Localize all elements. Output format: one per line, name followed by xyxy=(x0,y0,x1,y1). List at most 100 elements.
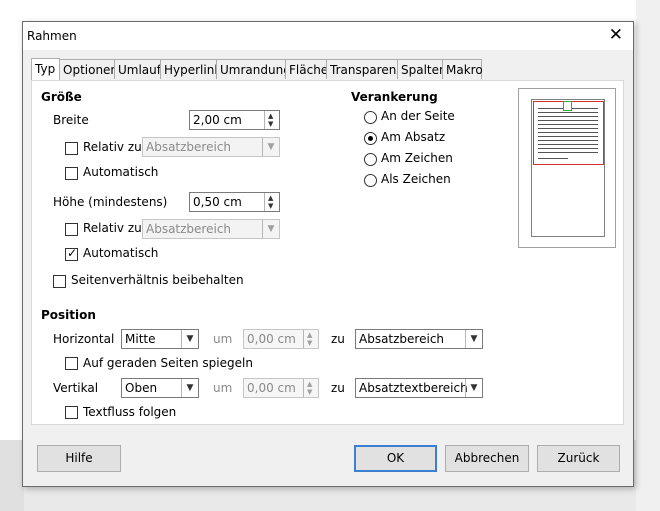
tab-spalten[interactable]: Spalten xyxy=(397,59,447,79)
relative-height-checkbox[interactable] xyxy=(65,223,78,236)
spin-up-icon[interactable]: ▲ xyxy=(268,194,273,202)
keep-ratio-label: Seitenverhältnis beibehalten xyxy=(71,273,244,287)
keep-ratio-checkbox[interactable] xyxy=(53,275,66,288)
close-icon[interactable]: ✕ xyxy=(609,25,623,45)
height-spinbox[interactable]: 0,50 cm ▲ ▼ xyxy=(189,192,280,212)
vertical-by-spinbox: 0,00 cm ▲ ▼ xyxy=(243,378,319,398)
horizontal-value: Mitte xyxy=(125,332,156,346)
check-icon: ✓ xyxy=(67,246,78,260)
spin-down-icon[interactable]: ▼ xyxy=(268,202,273,210)
horizontal-combo[interactable]: Mitte ▼ xyxy=(121,329,199,349)
preview-text-line xyxy=(538,148,598,149)
width-spin-arrows[interactable]: ▲ ▼ xyxy=(264,111,279,129)
anchor-page-radio[interactable] xyxy=(364,111,377,124)
tab-transparenz[interactable]: Transparenz xyxy=(326,59,403,79)
radio-selected-dot xyxy=(368,136,373,141)
preview-text-line xyxy=(538,116,598,117)
spin-up-icon[interactable]: ▲ xyxy=(268,112,273,120)
auto-width-checkbox[interactable] xyxy=(65,167,78,180)
horizontal-to-value: Absatzbereich xyxy=(359,332,445,346)
preview-text-line xyxy=(538,120,598,121)
horizontal-by-spinbox: 0,00 cm ▲ ▼ xyxy=(243,329,319,349)
anchor-paragraph-radio[interactable] xyxy=(364,132,377,145)
anchor-char-label: Am Zeichen xyxy=(381,151,453,165)
relative-height-value: Absatzbereich xyxy=(146,222,232,236)
tab-flaeche[interactable]: Fläche xyxy=(285,59,328,79)
relative-width-combo: Absatzbereich ▼ xyxy=(142,137,280,157)
vertical-to-label: zu xyxy=(331,381,345,395)
mirror-label: Auf geraden Seiten spiegeln xyxy=(83,356,253,370)
width-value: 2,00 cm xyxy=(193,113,242,127)
relative-height-combo: Absatzbereich ▼ xyxy=(142,219,280,239)
relative-width-checkbox[interactable] xyxy=(65,142,78,155)
ok-button[interactable]: OK xyxy=(354,445,437,472)
auto-height-checkbox[interactable]: ✓ xyxy=(65,246,78,261)
chevron-down-icon[interactable]: ▼ xyxy=(181,330,198,348)
preview-page xyxy=(531,99,605,237)
frame-dialog: Rahmen ✕ Typ Optionen Umlauf Hyperlink U… xyxy=(22,21,634,487)
chevron-down-icon: ▼ xyxy=(262,138,279,156)
preview-text-line xyxy=(538,136,598,137)
width-label: Breite xyxy=(53,113,89,127)
vertical-to-value: Absatztextbereich xyxy=(359,381,468,395)
title-bar: Rahmen ✕ xyxy=(23,22,633,50)
vertical-to-combo[interactable]: Absatztextbereich ▼ xyxy=(355,378,483,398)
tab-umlauf[interactable]: Umlauf xyxy=(114,59,161,79)
preview-text-line xyxy=(538,124,598,125)
tab-typ[interactable]: Typ xyxy=(31,58,60,80)
spin-up-icon: ▲ xyxy=(307,331,313,339)
tab-hyperlink[interactable]: Hyperlink xyxy=(160,59,221,79)
preview-text-line xyxy=(538,128,598,129)
size-heading: Größe xyxy=(41,90,82,104)
anchor-page-label: An der Seite xyxy=(381,109,455,123)
vertical-by-value: 0,00 cm xyxy=(247,381,296,395)
auto-height-label: Automatisch xyxy=(83,246,159,260)
chevron-down-icon: ▼ xyxy=(262,220,279,238)
height-value: 0,50 cm xyxy=(193,195,242,209)
tab-umrandung[interactable]: Umrandung xyxy=(216,59,291,79)
vertical-combo[interactable]: Oben ▼ xyxy=(121,378,199,398)
vertical-by-label: um xyxy=(213,381,233,395)
height-label: Höhe (mindestens) xyxy=(53,195,168,209)
preview-text-line xyxy=(538,140,598,141)
help-button[interactable]: Hilfe xyxy=(37,445,121,472)
cancel-button[interactable]: Abbrechen xyxy=(445,445,529,472)
auto-width-label: Automatisch xyxy=(83,165,159,179)
spin-down-icon[interactable]: ▼ xyxy=(268,120,273,128)
width-spinbox[interactable]: 2,00 cm ▲ ▼ xyxy=(189,110,280,130)
tab-optionen[interactable]: Optionen xyxy=(59,59,118,79)
background-bottom xyxy=(0,440,24,511)
relative-width-label: Relativ zu xyxy=(83,140,142,154)
follow-textflow-label: Textfluss folgen xyxy=(83,405,177,419)
horizontal-to-label: zu xyxy=(331,332,345,346)
anchor-heading: Verankerung xyxy=(351,90,438,104)
vertical-by-arrows: ▲ ▼ xyxy=(303,379,318,397)
tab-panel-typ: Größe Breite 2,00 cm ▲ ▼ Relativ zu Absa… xyxy=(31,80,624,425)
spin-down-icon: ▼ xyxy=(307,388,313,396)
horizontal-to-combo[interactable]: Absatzbereich ▼ xyxy=(355,329,483,349)
anchor-char-radio[interactable] xyxy=(364,153,377,166)
vertical-value: Oben xyxy=(125,381,158,395)
preview-text-line xyxy=(538,132,598,133)
reset-button[interactable]: Zurück xyxy=(537,445,620,472)
chevron-down-icon[interactable]: ▼ xyxy=(181,379,198,397)
preview-frame xyxy=(563,101,572,111)
relative-width-value: Absatzbereich xyxy=(146,140,232,154)
preview-text-line xyxy=(538,112,598,113)
follow-textflow-checkbox[interactable] xyxy=(65,406,78,419)
tab-makro[interactable]: Makro xyxy=(442,59,483,79)
horizontal-by-value: 0,00 cm xyxy=(247,332,296,346)
chevron-down-icon[interactable]: ▼ xyxy=(465,379,482,397)
anchor-as-char-label: Als Zeichen xyxy=(381,172,451,186)
height-spin-arrows[interactable]: ▲ ▼ xyxy=(264,193,279,211)
preview-text-line xyxy=(538,144,598,145)
anchor-as-char-radio[interactable] xyxy=(364,174,377,187)
horizontal-label: Horizontal xyxy=(53,332,115,346)
relative-height-label: Relativ zu xyxy=(83,221,142,235)
horizontal-by-arrows: ▲ ▼ xyxy=(303,330,318,348)
mirror-checkbox[interactable] xyxy=(65,357,78,370)
vertical-label: Vertikal xyxy=(53,381,99,395)
position-heading: Position xyxy=(41,308,96,322)
chevron-down-icon[interactable]: ▼ xyxy=(465,330,482,348)
position-preview xyxy=(518,88,616,248)
